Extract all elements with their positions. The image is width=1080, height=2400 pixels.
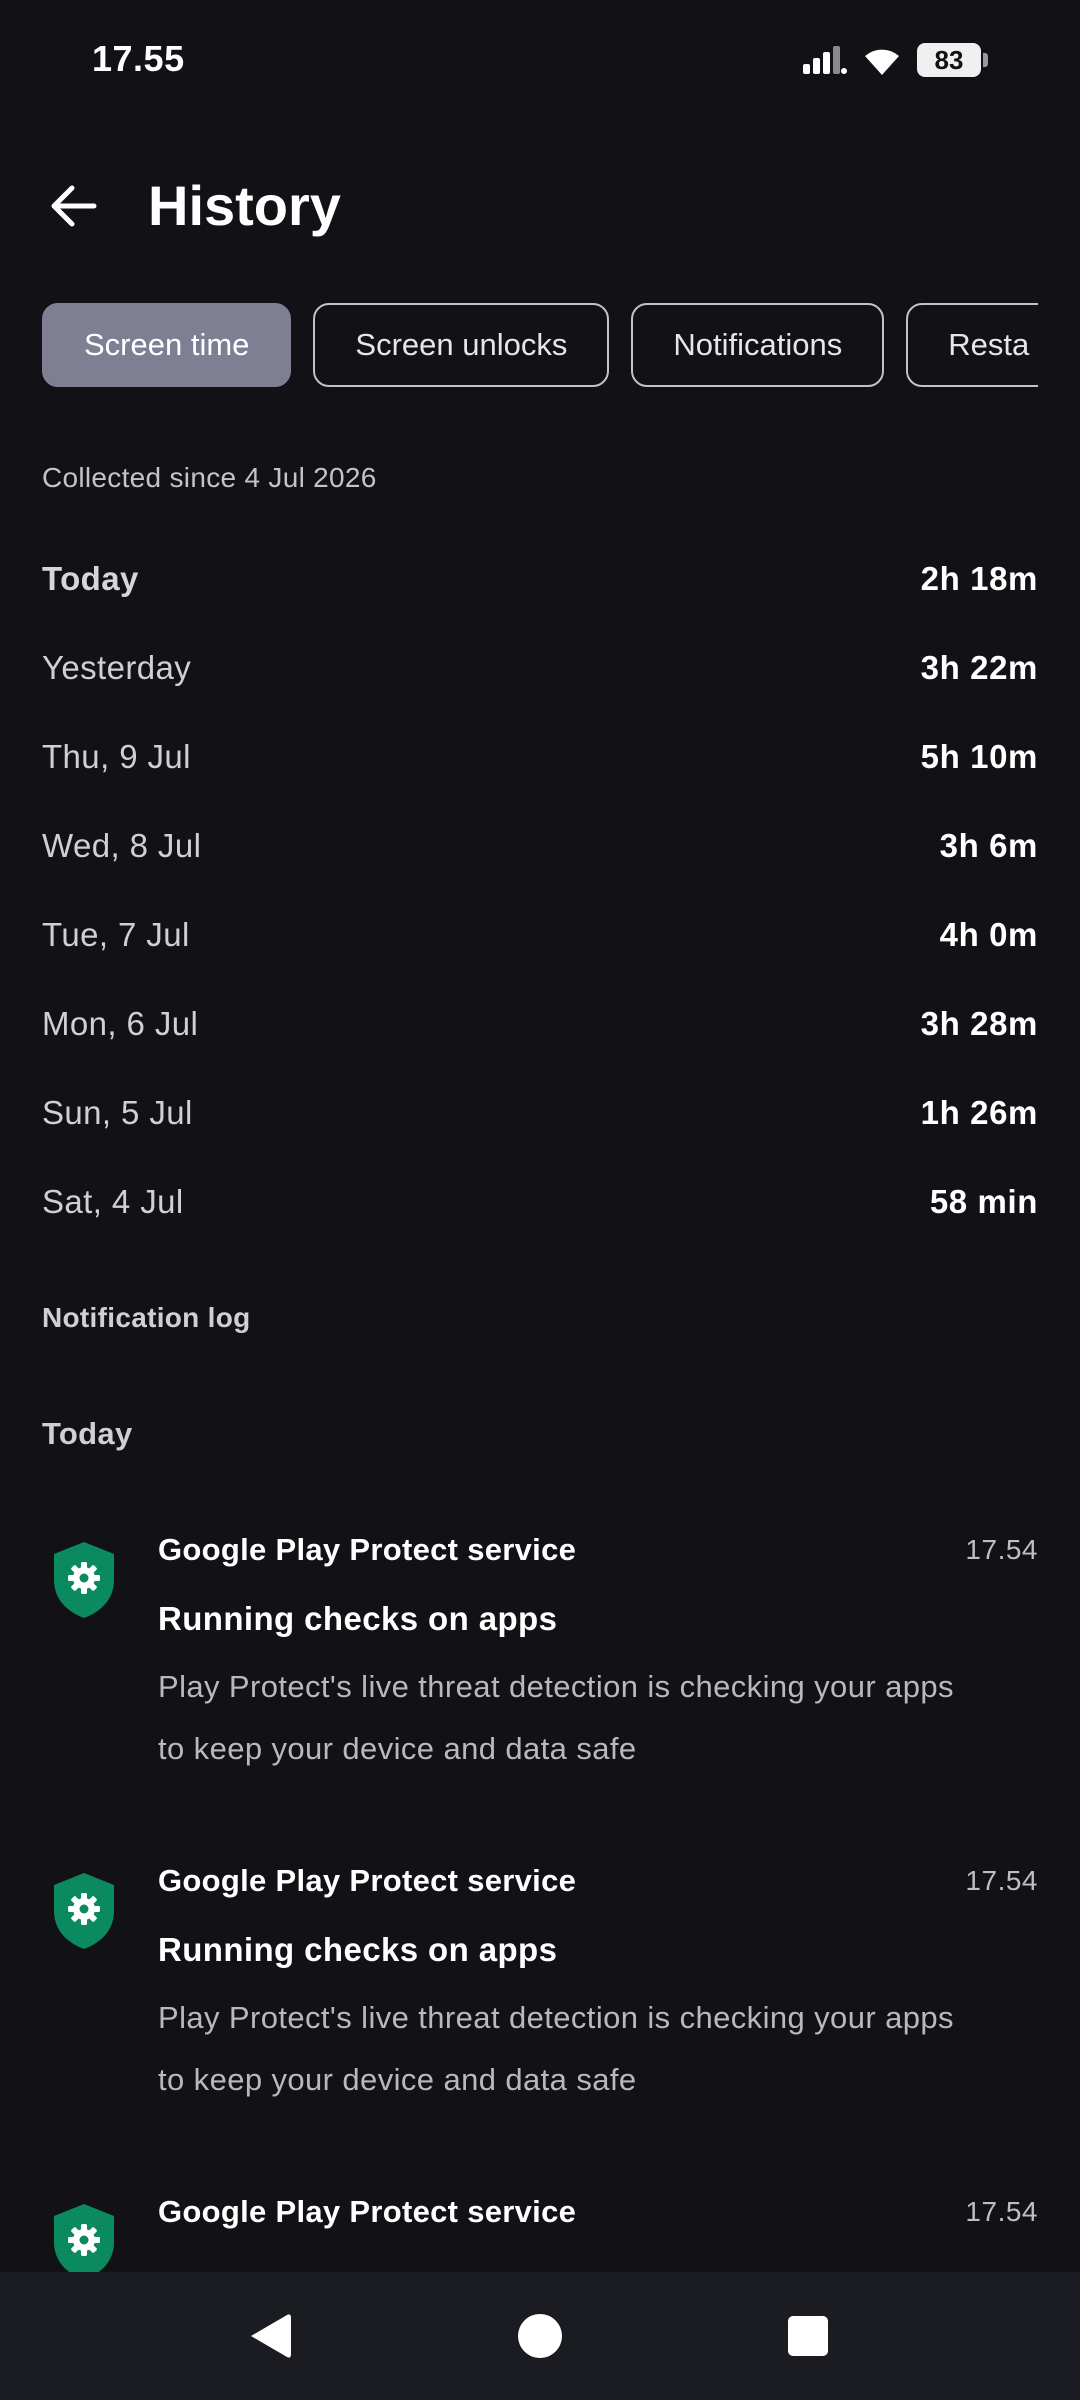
history-duration: 4h 0m (939, 915, 1038, 953)
history-row[interactable]: Sat, 4 Jul 58 min (42, 1157, 1038, 1246)
shield-gear-icon (54, 1542, 114, 1618)
tab-restarts[interactable]: Resta (906, 303, 1038, 387)
filter-tabs: Screen time Screen unlocks Notifications… (42, 303, 1038, 387)
history-duration: 58 min (929, 1182, 1038, 1220)
home-circle-icon (518, 2314, 562, 2358)
notification-body: Play Protect's live threat detection is … (158, 1656, 1038, 1780)
nav-back-button[interactable] (230, 2296, 310, 2376)
nav-recents-button[interactable] (768, 2296, 848, 2376)
history-row[interactable]: Wed, 8 Jul 3h 6m (42, 801, 1038, 890)
tab-notifications[interactable]: Notifications (631, 303, 885, 387)
history-duration: 5h 10m (920, 737, 1038, 775)
notification-time: 17.54 (965, 1865, 1038, 1896)
notification-app-name: Google Play Protect service (158, 1532, 577, 1567)
notification-time: 17.54 (965, 2196, 1038, 2227)
wifi-icon (865, 49, 899, 75)
arrow-left-icon (51, 185, 97, 227)
tab-screen-time[interactable]: Screen time (42, 303, 292, 387)
history-day: Yesterday (42, 648, 192, 686)
notification-body-line: Play Protect's live threat detection is … (158, 2000, 954, 2035)
history-duration: 3h 28m (920, 1004, 1038, 1042)
notification-body: Play Protect's live threat detection is … (158, 1987, 1038, 2111)
page-title: History (148, 174, 341, 237)
history-row[interactable]: Tue, 7 Jul 4h 0m (42, 890, 1038, 979)
history-day: Mon, 6 Jul (42, 1004, 199, 1042)
history-duration: 1h 26m (920, 1093, 1038, 1131)
notification-group-today: Today (42, 1416, 133, 1451)
history-duration: 3h 6m (939, 826, 1038, 864)
collected-since: Collected since 4 Jul 2026 (42, 462, 377, 493)
history-day: Today (42, 559, 139, 597)
shield-gear-icon (54, 2204, 114, 2272)
screen-time-history: Today 2h 18m Yesterday 3h 22m Thu, 9 Jul… (42, 534, 1038, 1246)
history-row[interactable]: Today 2h 18m (42, 534, 1038, 623)
history-day: Tue, 7 Jul (42, 915, 190, 953)
signal-icon (803, 46, 847, 74)
history-row[interactable]: Mon, 6 Jul 3h 28m (42, 979, 1038, 1068)
system-navigation-bar (0, 2272, 1080, 2400)
history-duration: 3h 22m (920, 648, 1038, 686)
recents-square-icon (788, 2316, 828, 2356)
nav-home-button[interactable] (500, 2296, 580, 2376)
history-day: Wed, 8 Jul (42, 826, 202, 864)
back-button[interactable] (36, 168, 112, 244)
notification-log-heading: Notification log (42, 1302, 251, 1333)
notification-body-line: to keep your device and data safe (158, 2062, 637, 2097)
notification-body-line: Play Protect's live threat detection is … (158, 1669, 954, 1704)
notification-title: Running checks on apps (158, 1600, 558, 1637)
status-icons: 83 (803, 38, 988, 82)
back-triangle-icon (251, 2314, 291, 2358)
history-day: Sat, 4 Jul (42, 1182, 184, 1220)
battery-level: 83 (917, 43, 981, 77)
battery-icon: 83 (917, 43, 988, 77)
history-row[interactable]: Thu, 9 Jul 5h 10m (42, 712, 1038, 801)
notification-body-line: to keep your device and data safe (158, 1731, 637, 1766)
notification-app-name: Google Play Protect service (158, 1863, 577, 1898)
notification-item[interactable]: Google Play Protect service 17.54 Runnin… (42, 1532, 1038, 1782)
history-row[interactable]: Yesterday 3h 22m (42, 623, 1038, 712)
notification-item[interactable]: Google Play Protect service 17.54 (42, 2194, 1038, 2272)
history-day: Sun, 5 Jul (42, 1093, 193, 1131)
notification-time: 17.54 (965, 1534, 1038, 1565)
notification-item[interactable]: Google Play Protect service 17.54 Runnin… (42, 1863, 1038, 2113)
notification-app-name: Google Play Protect service (158, 2194, 577, 2229)
history-duration: 2h 18m (920, 559, 1038, 597)
history-row[interactable]: Sun, 5 Jul 1h 26m (42, 1068, 1038, 1157)
tab-screen-unlocks[interactable]: Screen unlocks (313, 303, 610, 387)
history-day: Thu, 9 Jul (42, 737, 191, 775)
shield-gear-icon (54, 1873, 114, 1949)
notification-title: Running checks on apps (158, 1931, 558, 1968)
status-time: 17.55 (92, 38, 185, 79)
